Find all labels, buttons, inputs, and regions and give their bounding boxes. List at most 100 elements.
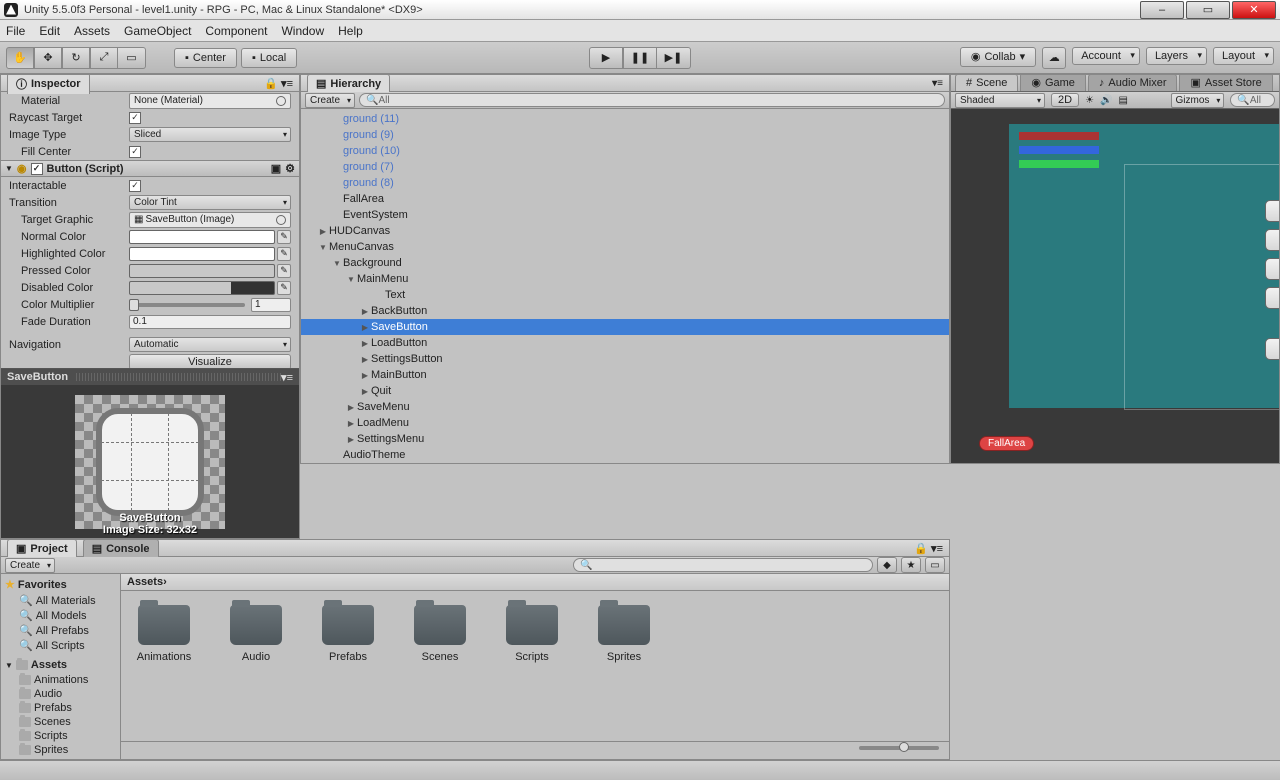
hierarchy-item[interactable]: MenuCanvas — [301, 239, 949, 255]
scene-gizmos-dropdown[interactable]: Gizmos — [1171, 93, 1225, 108]
pivot-local-button[interactable]: ▪ Local — [241, 48, 297, 68]
eyedropper-icon[interactable]: ✎ — [277, 230, 291, 244]
hierarchy-item[interactable]: Quit — [301, 383, 949, 399]
pressed-color-field[interactable] — [129, 264, 275, 278]
favorite-item[interactable]: 🔍All Materials — [5, 593, 116, 608]
hierarchy-item[interactable]: FallArea — [301, 191, 949, 207]
maximize-button[interactable]: ▭ — [1186, 1, 1230, 19]
menu-assets[interactable]: Assets — [74, 24, 110, 38]
game-load-button[interactable]: Load Game — [1265, 258, 1279, 280]
hierarchy-item[interactable]: ground (7) — [301, 159, 949, 175]
tab-game[interactable]: ◉ Game — [1020, 74, 1086, 91]
interactable-checkbox[interactable]: ✓ — [129, 180, 141, 192]
hierarchy-create-dropdown[interactable]: Create — [305, 93, 355, 108]
inspector-lock-icon[interactable]: 🔒 ▾≡ — [264, 77, 293, 90]
button-enable-checkbox[interactable]: ✓ — [31, 163, 43, 175]
project-zoom-slider[interactable] — [859, 746, 939, 750]
hierarchy-search-input[interactable]: 🔍All — [359, 93, 945, 107]
imagetype-dropdown[interactable]: Sliced — [129, 127, 291, 142]
layers-dropdown[interactable]: Layers — [1146, 47, 1207, 65]
game-settings-button[interactable]: Settings — [1265, 287, 1279, 309]
scale-tool-button[interactable]: ⤢ — [90, 47, 118, 69]
hierarchy-item[interactable]: MainButton — [301, 367, 949, 383]
hierarchy-item[interactable]: ground (8) — [301, 175, 949, 191]
rect-tool-button[interactable]: ▭ — [118, 47, 146, 69]
project-create-dropdown[interactable]: Create — [5, 558, 55, 573]
hierarchy-item[interactable]: MainMenu — [301, 271, 949, 287]
hierarchy-tab[interactable]: ▤ Hierarchy — [307, 74, 390, 92]
menu-file[interactable]: File — [6, 24, 25, 38]
favorite-item[interactable]: 🔍All Prefabs — [5, 623, 116, 638]
normal-color-field[interactable] — [129, 230, 275, 244]
hierarchy-item[interactable]: SettingsMenu — [301, 431, 949, 447]
asset-tree-item[interactable]: Audio — [5, 687, 116, 701]
folder-item[interactable]: Animations — [135, 605, 193, 663]
scene-search-input[interactable]: 🔍All — [1230, 93, 1275, 107]
hierarchy-item[interactable]: HUDCanvas — [301, 223, 949, 239]
rotate-tool-button[interactable]: ↻ — [62, 47, 90, 69]
folder-item[interactable]: Audio — [227, 605, 285, 663]
hand-tool-button[interactable]: ✋ — [6, 47, 34, 69]
project-search-input[interactable]: 🔍 — [573, 558, 873, 572]
scene-light-toggle[interactable]: ☀ — [1085, 95, 1094, 106]
tab-assetstore[interactable]: ▣ Asset Store — [1179, 74, 1272, 91]
tab-scene[interactable]: # Scene — [955, 74, 1018, 91]
hierarchy-item[interactable]: SaveMenu — [301, 399, 949, 415]
step-button[interactable]: ▶❚ — [657, 47, 691, 69]
multiplier-slider[interactable] — [129, 303, 245, 307]
preview-menu-icon[interactable]: ▾≡ — [281, 371, 293, 384]
menu-help[interactable]: Help — [338, 24, 363, 38]
console-tab[interactable]: ▤ Console — [83, 539, 159, 557]
hierarchy-item[interactable]: BackButton — [301, 303, 949, 319]
eyedropper-icon[interactable]: ✎ — [277, 247, 291, 261]
move-tool-button[interactable]: ✥ — [34, 47, 62, 69]
layout-dropdown[interactable]: Layout — [1213, 47, 1274, 65]
project-grid[interactable]: Animations Audio Prefabs Scenes Scripts Sprit… — [121, 591, 949, 741]
project-save-icon[interactable]: ▭ — [925, 557, 945, 573]
game-quit-button[interactable]: Quit — [1265, 338, 1279, 360]
disabled-color-field[interactable] — [129, 281, 275, 295]
menu-component[interactable]: Component — [205, 24, 267, 38]
scene-audio-toggle[interactable]: 🔊 — [1100, 95, 1112, 106]
transition-dropdown[interactable]: Color Tint — [129, 195, 291, 210]
raycast-checkbox[interactable]: ✓ — [129, 112, 141, 124]
favorite-item[interactable]: 🔍All Models — [5, 608, 116, 623]
account-dropdown[interactable]: Account — [1072, 47, 1140, 65]
scene-canvas[interactable]: Menu Back to game Save Game Load Game Se… — [951, 109, 1279, 463]
minimize-button[interactable]: – — [1140, 1, 1184, 19]
folder-item[interactable]: Sprites — [595, 605, 653, 663]
button-component-header[interactable]: ▼◉✓ Button (Script) ▣⚙ — [1, 160, 299, 177]
hierarchy-item[interactable]: LoadButton — [301, 335, 949, 351]
highlighted-color-field[interactable] — [129, 247, 275, 261]
hierarchy-item[interactable]: SaveButton — [301, 319, 949, 335]
folder-item[interactable]: Scripts — [503, 605, 561, 663]
component-help-icon[interactable]: ▣ — [271, 162, 281, 175]
folder-item[interactable]: Scenes — [411, 605, 469, 663]
asset-tree-item[interactable]: Sprites — [5, 743, 116, 757]
game-save-button[interactable]: Save Game — [1265, 229, 1279, 251]
scene-fx-toggle[interactable]: ▤ — [1118, 95, 1127, 106]
hierarchy-item[interactable]: LoadMenu — [301, 415, 949, 431]
hierarchy-menu-icon[interactable]: ▾≡ — [932, 78, 943, 89]
project-filter-icon[interactable]: ◆ — [877, 557, 897, 573]
play-button[interactable]: ▶ — [589, 47, 623, 69]
project-star-icon[interactable]: ★ — [901, 557, 921, 573]
hierarchy-item[interactable]: Background — [301, 255, 949, 271]
hierarchy-item[interactable]: ground (10) — [301, 143, 949, 159]
menu-edit[interactable]: Edit — [39, 24, 60, 38]
eyedropper-icon[interactable]: ✎ — [277, 281, 291, 295]
menu-window[interactable]: Window — [281, 24, 324, 38]
hierarchy-item[interactable]: ground (11) — [301, 111, 949, 127]
favorite-item[interactable]: 🔍All Scripts — [5, 638, 116, 653]
navigation-dropdown[interactable]: Automatic — [129, 337, 291, 352]
material-field[interactable]: None (Material) — [129, 93, 291, 109]
project-tab[interactable]: ▣ Project — [7, 539, 77, 557]
game-back-button[interactable]: Back to game — [1265, 200, 1279, 222]
multiplier-value[interactable]: 1 — [251, 298, 291, 312]
folder-item[interactable]: Prefabs — [319, 605, 377, 663]
breadcrumb[interactable]: Assets — [127, 576, 163, 588]
visualize-button[interactable]: Visualize — [129, 354, 291, 369]
target-graphic-field[interactable]: ▦SaveButton (Image) — [129, 212, 291, 228]
asset-tree-item[interactable]: Animations — [5, 673, 116, 687]
scene-2d-toggle[interactable]: 2D — [1051, 93, 1079, 107]
